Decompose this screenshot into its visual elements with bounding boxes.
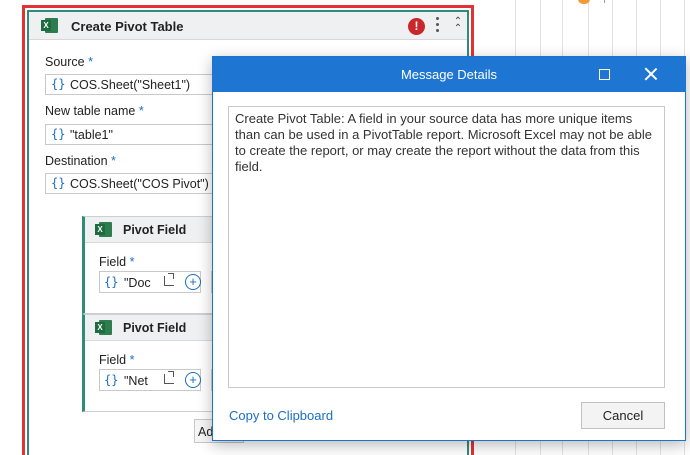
excel-icon: X [95, 320, 112, 335]
new-table-name-label: New table name * [45, 104, 144, 118]
message-details-dialog: Message Details Create Pivot Table: A fi… [212, 56, 686, 441]
field-label: Field * [99, 353, 135, 367]
toolbar-divider [604, 0, 612, 3]
excel-icon: X [95, 222, 112, 237]
pivot-field-card[interactable]: X Pivot Field Field * Is {} "Net + V [82, 314, 235, 412]
expression-icon: {} [104, 275, 119, 289]
designer-canvas: X Create Pivot Table ! ⌃ ⌃ Source * {} CO… [0, 0, 690, 455]
maximize-icon[interactable] [599, 69, 610, 80]
activity-header[interactable]: X Create Pivot Table ! ⌃ ⌃ [29, 12, 467, 40]
excel-icon: X [41, 18, 58, 33]
error-icon[interactable]: ! [408, 18, 425, 35]
pivot-field-header[interactable]: X Pivot Field [85, 217, 231, 243]
destination-label: Destination * [45, 154, 116, 168]
activity-title: Create Pivot Table [71, 19, 184, 34]
pivot-field-title: Pivot Field [123, 321, 187, 335]
add-variable-icon[interactable]: + [185, 274, 201, 290]
dialog-title: Message Details [400, 67, 498, 82]
pivot-field-card[interactable]: X Pivot Field Field * Is {} "Doc + R [82, 216, 235, 314]
message-text-area[interactable]: Create Pivot Table: A field in your sour… [228, 106, 665, 388]
expression-icon: {} [51, 77, 66, 91]
add-variable-icon[interactable]: + [185, 372, 201, 388]
expand-editor-icon[interactable] [164, 273, 174, 286]
source-label: Source * [45, 55, 93, 69]
expression-icon: {} [51, 176, 66, 190]
more-options-icon[interactable] [435, 17, 441, 35]
copy-to-clipboard-link[interactable]: Copy to Clipboard [229, 408, 333, 423]
expression-icon: {} [104, 373, 119, 387]
dialog-titlebar[interactable]: Message Details [213, 57, 685, 92]
field-label: Field * [99, 255, 135, 269]
pivot-field-title: Pivot Field [123, 223, 187, 237]
expand-editor-icon[interactable] [164, 371, 174, 384]
cancel-button[interactable]: Cancel [581, 402, 665, 429]
pivot-field-header[interactable]: X Pivot Field [85, 315, 231, 341]
close-icon[interactable] [643, 66, 659, 82]
collapse-chevron-icon[interactable]: ⌃ ⌃ [451, 17, 465, 34]
expression-icon: {} [51, 127, 66, 141]
